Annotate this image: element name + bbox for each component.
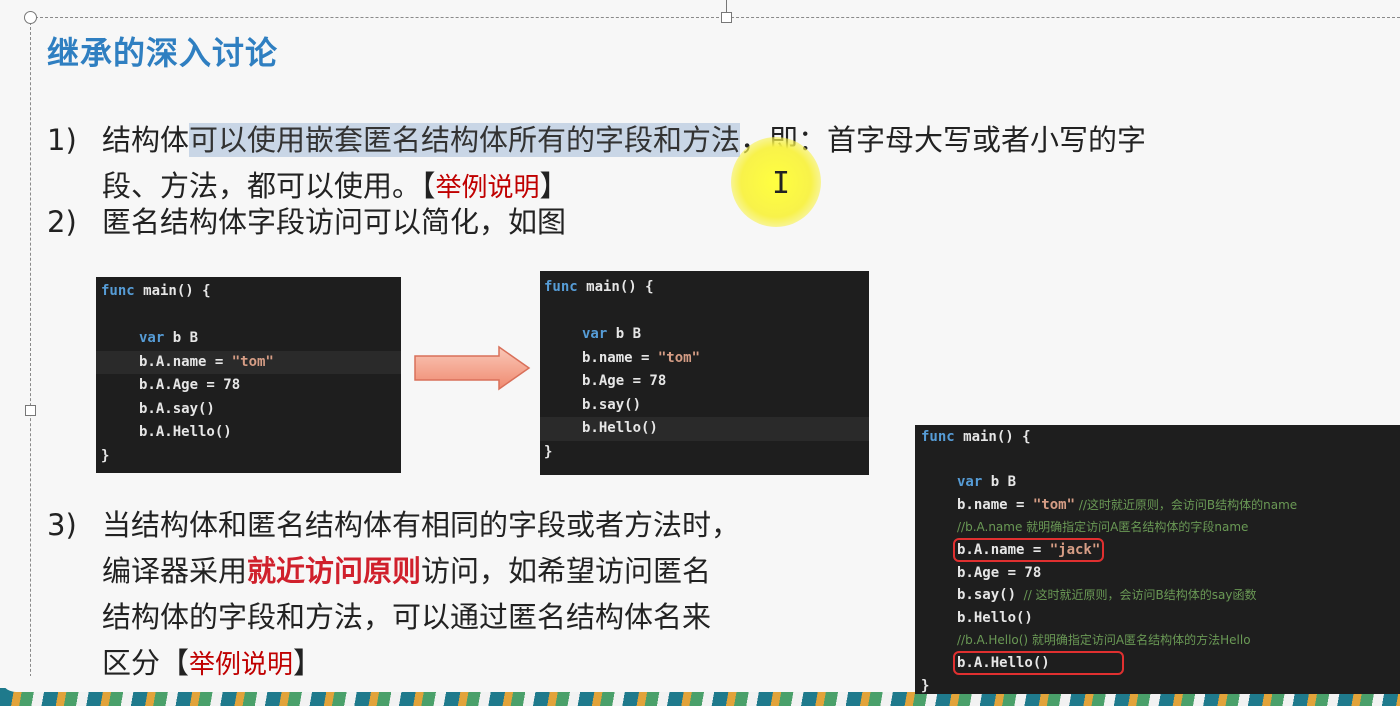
code-text: b B [607, 326, 642, 342]
list-item-1: 1) 结构体可以使用嵌套匿名结构体所有的字段和方法，即：首字母大写或者小写的字 … [47, 117, 1400, 209]
code-string: "tom" [231, 353, 274, 370]
code-text: b B [982, 474, 1017, 491]
code-block-after: func main() { var b B b.name = "tom" b.A… [540, 271, 869, 475]
item-text-part: 区分 [102, 646, 161, 680]
slide-title: 继承的深入讨论 [47, 34, 279, 72]
code-keyword: var [957, 474, 983, 491]
item-number: 2) [47, 205, 77, 239]
code-text: b.A.name = [139, 353, 232, 370]
highlight-box: b.A.name = "jack" [952, 537, 1105, 562]
item-text: 匿名结构体字段访问可以简化，如图 [102, 205, 567, 239]
code-keyword: var [139, 330, 165, 346]
code-line: } [101, 447, 110, 464]
code-string: "tom" [1032, 496, 1076, 513]
code-comment: // 这时就近原则，会访问B结构体的say函数 [1016, 588, 1257, 603]
item-text: 当结构体和匿名结构体有相同的字段或者方法时， 编译器采用就近访问原则访问，如希望… [102, 502, 740, 688]
bracket-open: 【 [421, 169, 436, 203]
code-line: //b.A.Hello() 就明确指定访问A匿名结构体的方法Hello [915, 629, 1400, 652]
code-line: b.Hello() [540, 417, 869, 441]
code-line: b.name = "tom" //这时就近原则，会访问B结构体的name [915, 494, 1400, 517]
code-line: b.A.Hello() [139, 424, 232, 440]
item-number: 3) [47, 508, 77, 542]
code-line: var b B [915, 471, 1400, 494]
code-text: b.name = [957, 496, 1033, 513]
code-text: b.A.name = [957, 541, 1050, 558]
code-comment: //b.A.name 就明确指定访问A匿名结构体的字段name [957, 520, 1249, 535]
item-number: 1) [47, 123, 77, 157]
code-block-example: func main() { var b B b.name = "tom" //这… [915, 425, 1400, 694]
code-line: b.A.name = "tom" [96, 350, 401, 374]
code-text: b B [164, 330, 199, 346]
code-comment: //b.A.Hello() 就明确指定访问A匿名结构体的方法Hello [957, 633, 1251, 648]
item-text-part: 当结构体和匿名结构体有相同的字段或者方法时， [102, 508, 741, 542]
text-cursor-icon: I [772, 166, 791, 201]
list-item-3: 3) 当结构体和匿名结构体有相同的字段或者方法时， 编译器采用就近访问原则访问，… [47, 502, 897, 686]
code-text: b.name = [582, 349, 658, 366]
code-line: func main() { [915, 426, 1400, 449]
code-line: b.Age = 78 [582, 373, 667, 389]
code-line: b.name = "tom" [540, 347, 869, 371]
bracket-open: 【 [160, 646, 190, 680]
code-line: var b B [96, 327, 401, 351]
code-text: main() { [577, 279, 654, 295]
item-text-part: 访问，如希望访问匿名 [421, 554, 712, 588]
code-line: b.A.name = "jack" [915, 537, 1400, 562]
code-line: var b B [540, 323, 869, 347]
code-keyword: func [544, 279, 578, 295]
item-text-part: 编译器采用 [102, 554, 248, 588]
item-text-part: 结构体的字段和方法，可以通过匿名结构体名来 [102, 600, 712, 634]
bracket-close: 】 [539, 169, 569, 203]
code-line: b.say() // 这时就近原则，会访问B结构体的say函数 [915, 584, 1400, 607]
code-line: b.say() [582, 396, 642, 413]
selection-frame-left [30, 17, 31, 697]
example-link[interactable]: 举例说明 [189, 650, 293, 680]
code-text: b.A.Hello() [957, 654, 1050, 671]
code-keyword: func [101, 283, 135, 299]
code-line: //b.A.name 就明确指定访问A匿名结构体的字段name [915, 516, 1400, 539]
code-block-before: func main() { var b B b.A.name = "tom" b… [96, 277, 401, 473]
rotate-handle[interactable] [24, 11, 37, 24]
code-line: b.Hello() [957, 609, 1033, 626]
code-string: "tom" [657, 349, 701, 366]
code-comment: //这时就近原则，会访问B结构体的name [1075, 497, 1298, 512]
code-line: } [544, 443, 553, 460]
highlight-box: b.A.Hello() [953, 650, 1124, 675]
resize-handle-left[interactable] [25, 405, 36, 416]
highlighted-text: 可以使用嵌套匿名结构体所有的字段和方法 [189, 123, 741, 157]
slide: 继承的深入讨论 1) 结构体可以使用嵌套匿名结构体所有的字段和方法，即：首字母大… [0, 0, 1400, 706]
code-line: func main() { [96, 280, 401, 304]
code-text: main() { [954, 429, 1031, 445]
bracket-close: 】 [293, 646, 323, 680]
item-text-part: 段、方法，都可以使用。 [102, 169, 422, 203]
code-line: b.A.Hello() [915, 650, 1400, 675]
selection-frame-top [30, 17, 1400, 18]
code-string: "jack" [1049, 541, 1101, 558]
emphasis-text: 就近访问原则 [247, 554, 422, 588]
code-text: b.say() [957, 587, 1017, 604]
handle-connector [726, 0, 727, 12]
list-item-2: 2) 匿名结构体字段访问可以简化，如图 [47, 199, 847, 245]
code-keyword: var [582, 326, 608, 342]
arrow-right-icon [414, 345, 531, 391]
item-text: 结构体可以使用嵌套匿名结构体所有的字段和方法，即：首字母大写或者小写的字 段、方… [102, 117, 1146, 211]
code-line: b.Age = 78 [957, 564, 1042, 581]
code-line: } [921, 677, 930, 694]
code-line: b.A.say() [139, 400, 215, 417]
code-line: func main() { [540, 276, 869, 300]
code-text: main() { [134, 283, 211, 299]
code-line: b.A.Age = 78 [139, 377, 241, 393]
item-text-part: 结构体 [102, 123, 190, 157]
resize-handle-top[interactable] [721, 12, 732, 23]
code-keyword: func [921, 429, 955, 445]
